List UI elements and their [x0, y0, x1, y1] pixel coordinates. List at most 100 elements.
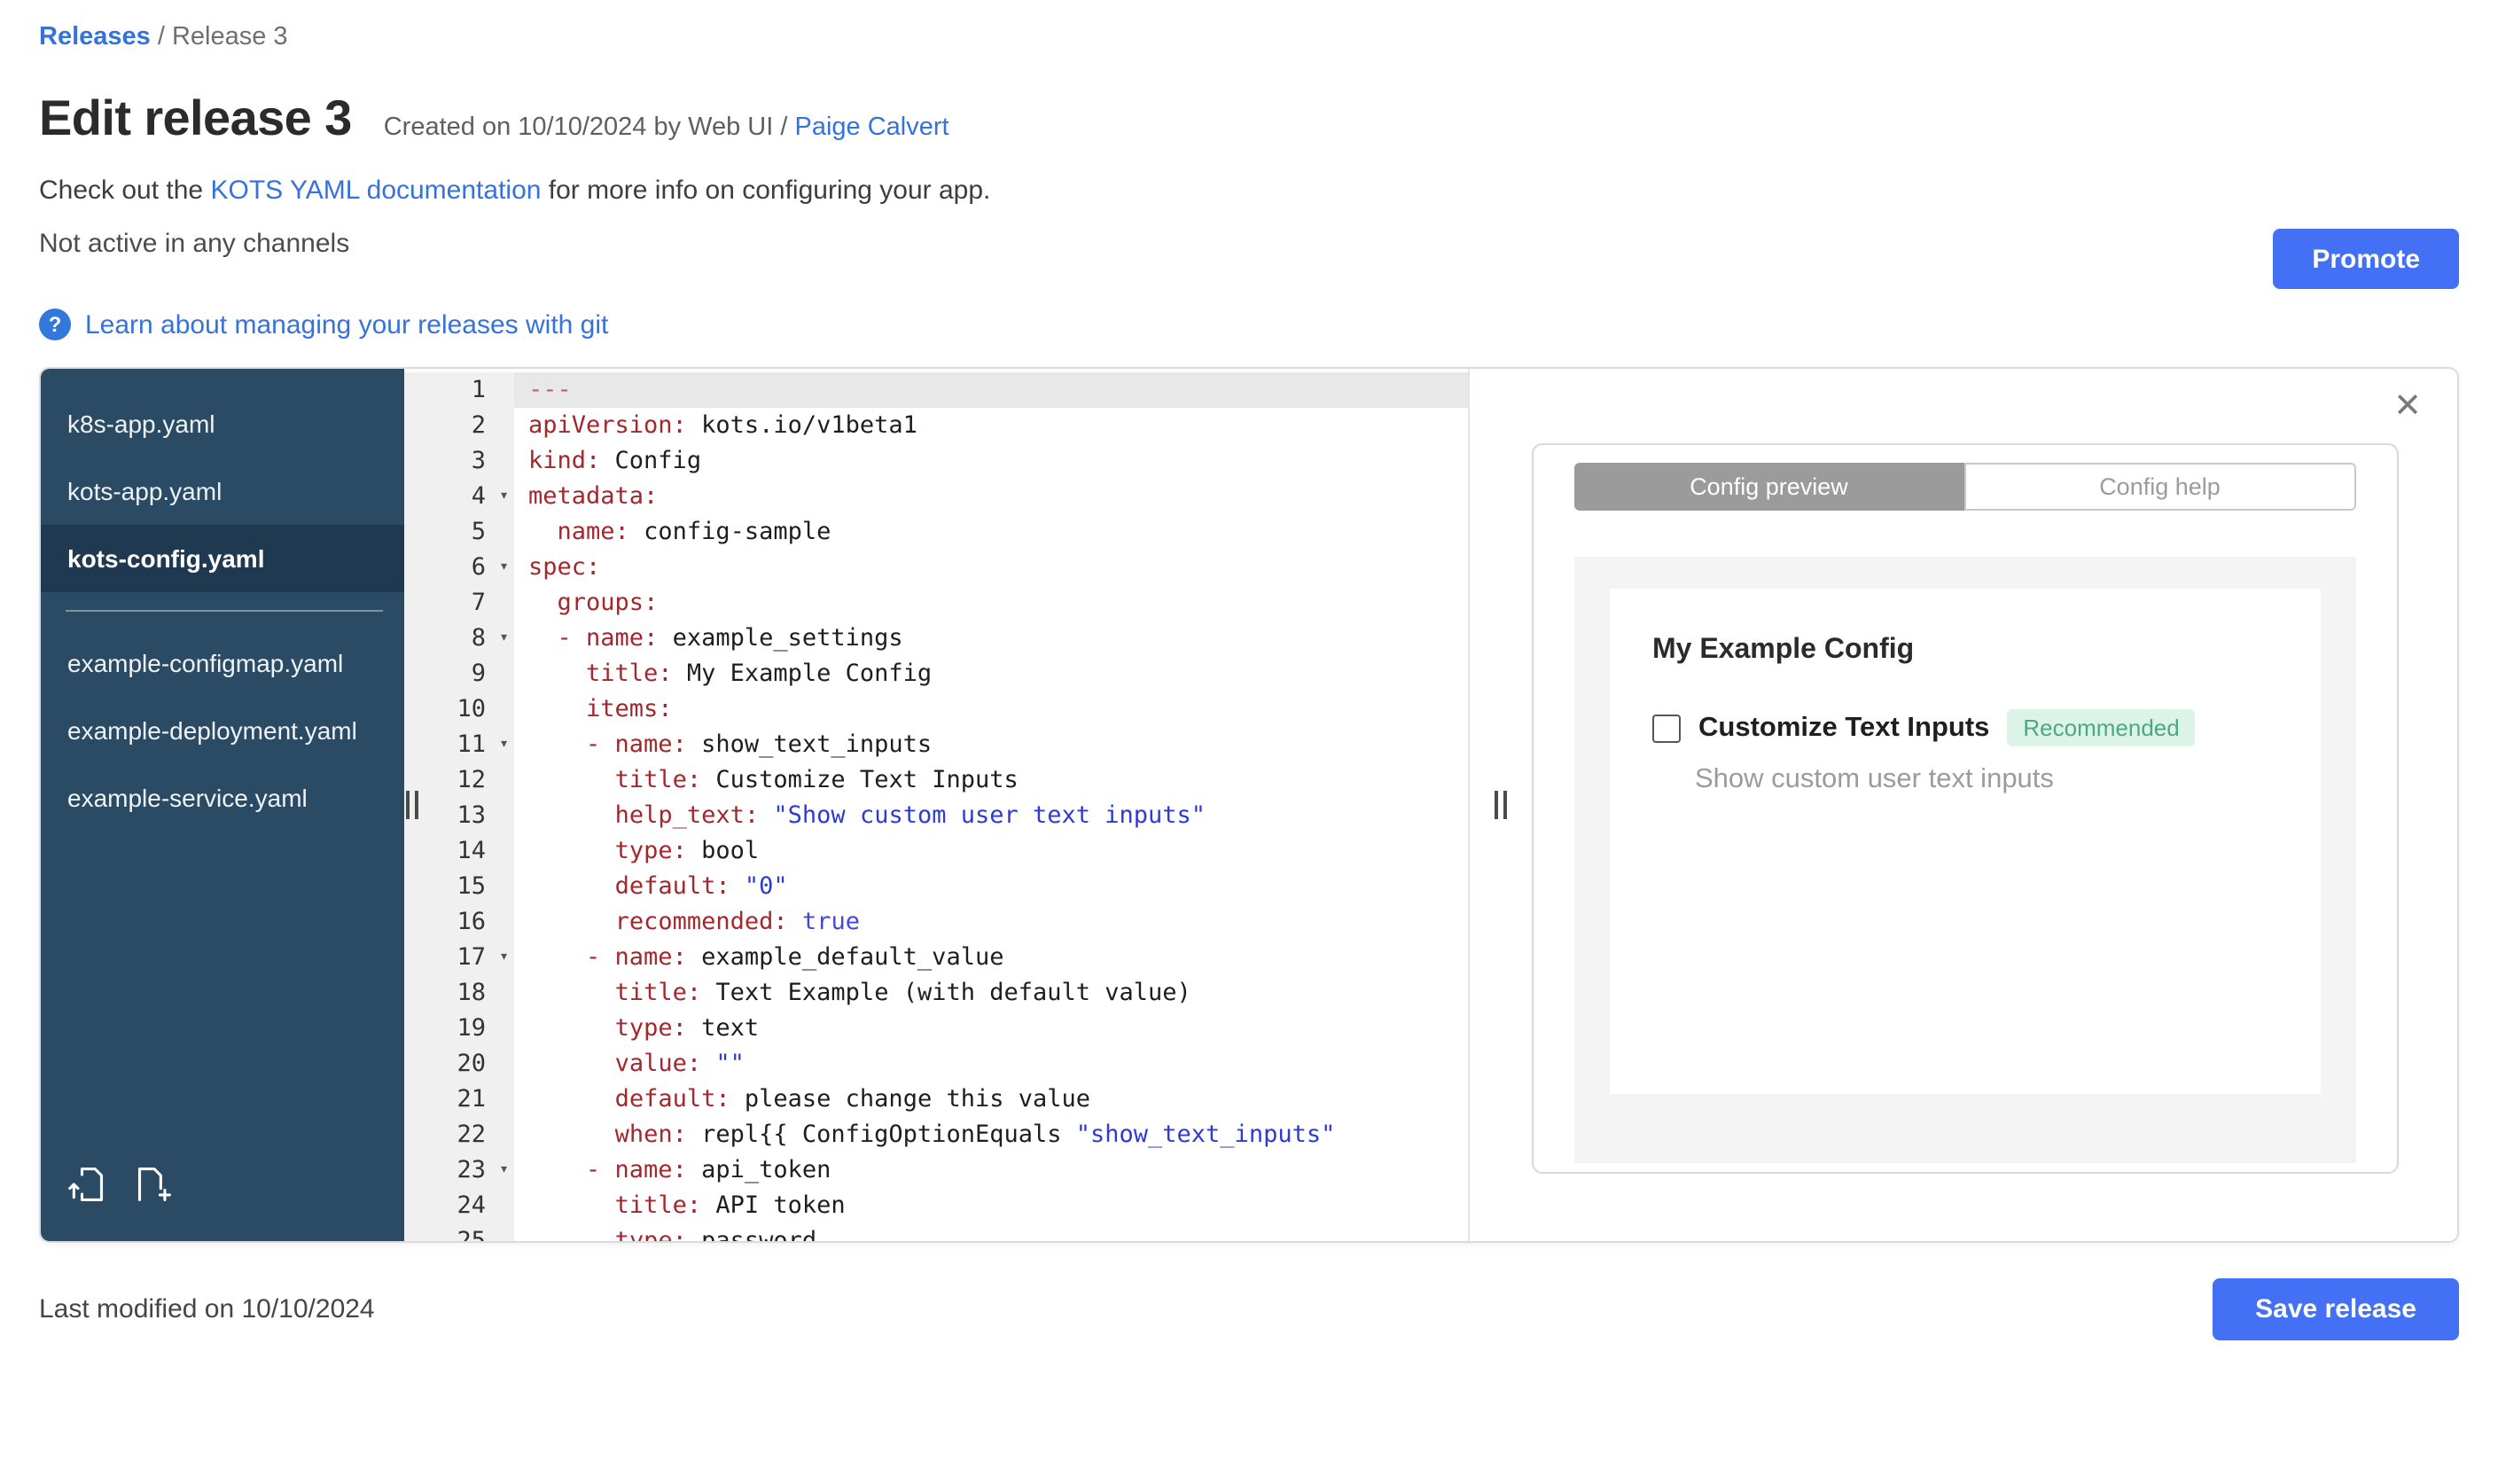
channel-status: Not active in any channels — [39, 229, 350, 259]
new-file-icon[interactable] — [135, 1165, 174, 1213]
breadcrumb-releases-link[interactable]: Releases — [39, 23, 151, 51]
release-editor: k8s-app.yaml kots-app.yaml kots-config.yam… — [39, 367, 2459, 1243]
code-line[interactable]: 15 default: "0" — [404, 869, 1468, 904]
line-number: 10 — [404, 691, 514, 727]
config-option-row: Customize Text Inputs Recommended — [1652, 709, 2278, 746]
line-number: 11 ▾ — [404, 727, 514, 762]
code-line[interactable]: 10 items: — [404, 691, 1468, 727]
code-line[interactable]: 21 default: please change this value — [404, 1082, 1468, 1117]
tab-config-help[interactable]: Config help — [1963, 463, 2356, 511]
resize-handle-left[interactable] — [406, 791, 418, 819]
code-text: groups: — [557, 589, 659, 617]
file-item[interactable]: kots-config.yaml — [41, 525, 404, 592]
line-number: 19 — [404, 1011, 514, 1046]
fold-arrow-icon[interactable]: ▾ — [499, 1152, 509, 1188]
line-number: 17 ▾ — [404, 940, 514, 975]
code-line[interactable]: 23 ▾ - name: api_token — [404, 1152, 1468, 1188]
code-line[interactable]: 11 ▾ - name: show_text_inputs — [404, 727, 1468, 762]
file-item[interactable]: example-deployment.yaml — [41, 697, 404, 764]
created-text: Created on 10/10/2024 by Web UI / — [383, 113, 795, 142]
line-number: 9 — [404, 656, 514, 691]
file-tree-actions — [41, 1165, 404, 1241]
code-text: type: bool — [614, 837, 760, 865]
upload-file-icon[interactable] — [67, 1165, 106, 1213]
code-line[interactable]: 13 help_text: "Show custom user text inp… — [404, 798, 1468, 833]
code-line[interactable]: 24 title: API token — [404, 1188, 1468, 1223]
line-number: 24 — [404, 1188, 514, 1223]
code-text: type: text — [614, 1014, 760, 1043]
fold-arrow-icon[interactable]: ▾ — [499, 727, 509, 762]
author-link[interactable]: Paige Calvert — [795, 113, 949, 142]
code-text: type: password — [614, 1227, 817, 1241]
code-text: name: config-sample — [557, 518, 831, 546]
customize-text-inputs-checkbox[interactable] — [1652, 714, 1681, 742]
code-line[interactable]: 25 type: password — [404, 1223, 1468, 1241]
line-number: 6 ▾ — [404, 550, 514, 585]
code-line[interactable]: 16 recommended: true — [404, 904, 1468, 940]
docs-prefix: Check out the — [39, 176, 211, 206]
code-line[interactable]: 2 apiVersion: kots.io/v1beta1 — [404, 408, 1468, 443]
code-text: spec: — [528, 553, 601, 582]
code-line[interactable]: 6 ▾ spec: — [404, 550, 1468, 585]
code-text: - name: example_settings — [557, 624, 903, 652]
line-number: 16 — [404, 904, 514, 940]
file-item[interactable]: kots-app.yaml — [41, 457, 404, 525]
kots-docs-link[interactable]: KOTS YAML documentation — [210, 176, 541, 206]
code-editor[interactable]: 1 --- 2 apiVersion: kots.io/v1beta1 3 kind: C… — [404, 369, 1468, 1241]
code-line[interactable]: 5 name: config-sample — [404, 514, 1468, 550]
code-text: kind: Config — [528, 447, 702, 475]
code-line[interactable]: 4 ▾ metadata: — [404, 479, 1468, 514]
code-text: when: repl{{ ConfigOptionEquals "show_te… — [614, 1121, 1336, 1149]
promote-button[interactable]: Promote — [2273, 229, 2459, 289]
code-text: items: — [586, 695, 673, 723]
code-text: recommended: true — [614, 908, 860, 936]
code-line[interactable]: 18 title: Text Example (with default val… — [404, 975, 1468, 1011]
code-line[interactable]: 14 type: bool — [404, 833, 1468, 869]
resize-handle-right[interactable] — [1495, 791, 1507, 819]
file-item[interactable]: k8s-app.yaml — [41, 390, 404, 457]
file-tree-sidebar: k8s-app.yaml kots-app.yaml kots-config.yam… — [41, 369, 404, 1241]
line-number: 25 — [404, 1223, 514, 1241]
line-number: 4 ▾ — [404, 479, 514, 514]
code-line[interactable]: 7 groups: — [404, 585, 1468, 621]
code-line[interactable]: 22 when: repl{{ ConfigOptionEquals "show… — [404, 1117, 1468, 1152]
line-number: 20 — [404, 1046, 514, 1082]
save-release-button[interactable]: Save release — [2213, 1278, 2459, 1340]
code-text: metadata: — [528, 482, 659, 511]
code-text: title: Text Example (with default value) — [614, 979, 1191, 1007]
code-line[interactable]: 19 type: text — [404, 1011, 1468, 1046]
line-number: 18 — [404, 975, 514, 1011]
docs-suffix: for more info on configuring your app. — [541, 176, 991, 206]
file-item[interactable]: example-service.yaml — [41, 764, 404, 832]
line-number: 3 — [404, 443, 514, 479]
config-tabs: Config preview Config help — [1574, 463, 2356, 511]
fold-arrow-icon[interactable]: ▾ — [499, 940, 509, 975]
code-lines: 1 --- 2 apiVersion: kots.io/v1beta1 3 kind: C… — [404, 372, 1468, 1241]
code-line[interactable]: 8 ▾ - name: example_settings — [404, 621, 1468, 656]
git-row: ? Learn about managing your releases wit… — [39, 309, 2459, 340]
close-icon[interactable]: ✕ — [2393, 390, 2422, 424]
code-text: --- — [514, 372, 1468, 408]
file-item[interactable]: example-configmap.yaml — [41, 629, 404, 697]
fold-arrow-icon[interactable]: ▾ — [499, 621, 509, 656]
fold-arrow-icon[interactable]: ▾ — [499, 479, 509, 514]
last-modified-text: Last modified on 10/10/2024 — [39, 1294, 375, 1324]
code-text: default: "0" — [614, 872, 788, 901]
code-line[interactable]: 9 title: My Example Config — [404, 656, 1468, 691]
git-releases-link[interactable]: Learn about managing your releases with … — [85, 309, 608, 340]
code-line[interactable]: 3 kind: Config — [404, 443, 1468, 479]
file-tree-top: k8s-app.yaml kots-app.yaml kots-config.yam… — [41, 390, 404, 592]
breadcrumb-separator: / — [150, 23, 172, 51]
line-number: 5 — [404, 514, 514, 550]
code-line[interactable]: 17 ▾ - name: example_default_value — [404, 940, 1468, 975]
line-number: 7 — [404, 585, 514, 621]
docs-line: Check out the KOTS YAML documentation fo… — [39, 176, 2459, 206]
code-line[interactable]: 12 title: Customize Text Inputs — [404, 762, 1468, 798]
code-line[interactable]: 20 value: "" — [404, 1046, 1468, 1082]
fold-arrow-icon[interactable]: ▾ — [499, 550, 509, 585]
code-line[interactable]: 1 --- — [404, 372, 1468, 408]
code-text: title: API token — [614, 1191, 846, 1220]
line-number: 8 ▾ — [404, 621, 514, 656]
help-question-icon[interactable]: ? — [39, 309, 71, 340]
tab-config-preview[interactable]: Config preview — [1574, 463, 1963, 511]
